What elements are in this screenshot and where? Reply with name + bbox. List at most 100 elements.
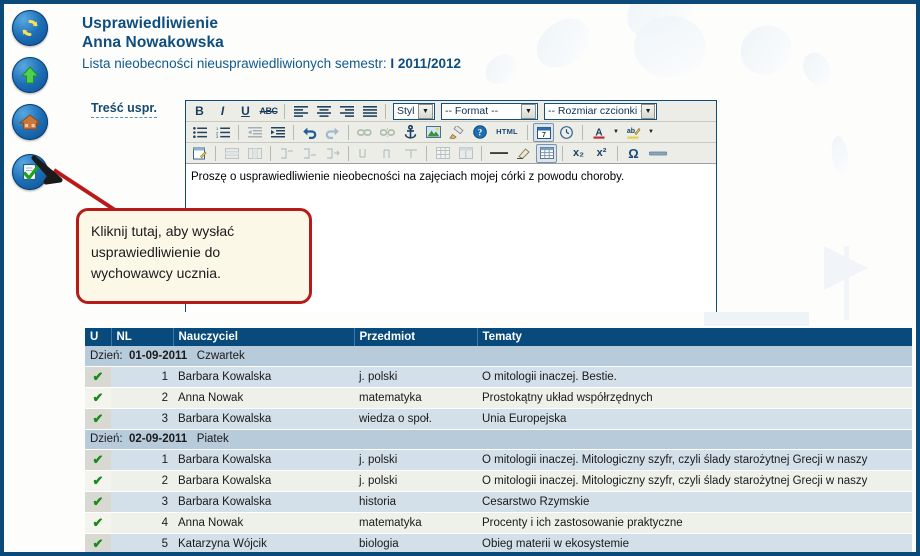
table-row[interactable]: ✔ 3 Barbara Kowalska wiedza o społ. Unia… (85, 408, 912, 430)
cell-topic: O mitologii inaczej. Mitologiczny szyfr,… (477, 449, 912, 471)
strikethrough-button[interactable]: ABC (258, 102, 279, 121)
sidebar (12, 10, 58, 151)
erase-icon[interactable] (513, 144, 534, 163)
cell-justified[interactable]: ✔ (85, 470, 111, 492)
cell-justified[interactable]: ✔ (85, 387, 111, 409)
svg-text:?: ? (477, 128, 482, 138)
cell-teacher: Barbara Kowalska (173, 366, 354, 388)
cell-justified[interactable]: ✔ (85, 533, 111, 552)
table-properties-icon[interactable] (455, 144, 476, 163)
up-arrow-icon[interactable] (12, 57, 48, 93)
decorative-flag (824, 246, 868, 290)
page-break-icon[interactable] (646, 144, 670, 163)
format-select[interactable]: -- Format -- ▼ (441, 102, 538, 120)
special-char-button[interactable]: Ω (623, 144, 644, 163)
check-icon: ✔ (92, 472, 104, 488)
italic-button[interactable]: I (212, 102, 233, 121)
redo-button[interactable] (322, 123, 343, 142)
unlink-button[interactable] (377, 123, 398, 142)
align-justify-button[interactable] (359, 102, 380, 121)
background-color-icon[interactable]: ab (623, 123, 644, 142)
about-icon[interactable]: ? (469, 123, 490, 142)
application-window: Usprawiedliwienie Anna Nowakowska Lista … (0, 0, 920, 556)
bold-button[interactable]: B (189, 102, 210, 121)
cell-subject: matematyka (354, 387, 477, 409)
table-row[interactable]: ✔ 1 Barbara Kowalska j. polski O mitolog… (85, 366, 912, 388)
callout-text: Kliknij tutaj, aby wysłać usprawiedliwie… (91, 223, 235, 281)
chevron-down-icon: ▼ (418, 103, 433, 119)
table-delete-icon[interactable] (400, 144, 421, 163)
table-row[interactable]: ✔ 4 Anna Nowak matematyka Procenty i ich… (85, 512, 912, 534)
cell-justified[interactable]: ✔ (85, 512, 111, 534)
cell-justified[interactable]: ✔ (85, 449, 111, 471)
day-date: 01-09-2011 (129, 349, 188, 362)
column-header-u[interactable]: U (85, 328, 112, 346)
format-select-value: -- Format -- (445, 105, 499, 117)
source-html-button[interactable]: HTML (492, 123, 522, 142)
absences-table: U NL Nauczyciel Przedmiot Tematy Dzień: … (85, 328, 912, 552)
table-row[interactable]: ✔ 1 Barbara Kowalska j. polski O mitolog… (85, 449, 912, 471)
decrease-indent-button[interactable] (244, 123, 265, 142)
cell-teacher: Anna Nowak (173, 387, 354, 409)
day-label: Dzień: (90, 433, 123, 445)
check-icon: ✔ (92, 410, 104, 426)
cell-justified[interactable]: ✔ (85, 366, 111, 388)
table-row[interactable]: ✔ 3 Barbara Kowalska historia Cesarstwo … (85, 491, 912, 513)
font-size-select[interactable]: -- Rozmiar czcionki -- ▼ (544, 102, 657, 120)
text-color-icon[interactable]: A (588, 123, 609, 142)
refresh-icon[interactable] (12, 10, 48, 46)
background-color-dropdown-arrow[interactable]: ▼ (646, 123, 656, 142)
undo-button[interactable] (299, 123, 320, 142)
column-header-subject[interactable]: Przedmiot (354, 328, 478, 346)
align-center-button[interactable] (313, 102, 334, 121)
increase-indent-button[interactable] (267, 123, 288, 142)
svg-text:ab: ab (627, 128, 635, 135)
decorative-strip (704, 312, 809, 326)
table-row[interactable]: ✔ 2 Anna Nowak matematyka Prostokątny uk… (85, 387, 912, 409)
cell-justified[interactable]: ✔ (85, 408, 111, 430)
insert-time-icon[interactable] (556, 123, 577, 142)
align-left-button[interactable] (290, 102, 311, 121)
table-row[interactable]: ✔ 5 Katarzyna Wójcik biologia Obieg mate… (85, 533, 912, 552)
day-label: Dzień: (90, 349, 123, 362)
merge-cells-icon[interactable] (276, 144, 297, 163)
horizontal-rule-icon[interactable] (487, 144, 511, 163)
insert-table-icon[interactable] (432, 144, 453, 163)
numbered-list-button[interactable]: 123 (212, 123, 233, 142)
bulleted-list-button[interactable] (189, 123, 210, 142)
cell-lesson-number: 3 (111, 491, 173, 513)
column-header-nl[interactable]: NL (111, 328, 174, 346)
insert-date-icon[interactable]: 7 (533, 122, 554, 142)
anchor-icon[interactable] (400, 123, 421, 142)
insert-link-button[interactable] (354, 123, 375, 142)
check-icon: ✔ (92, 514, 104, 530)
column-tools-icon[interactable] (377, 144, 398, 163)
insert-column-icon[interactable] (244, 144, 265, 163)
row-tools-icon[interactable] (354, 144, 375, 163)
column-header-topics[interactable]: Tematy (477, 328, 912, 346)
toolbar-separator (284, 103, 285, 119)
table-row[interactable]: ✔ 2 Barbara Kowalska j. polski O mitolog… (85, 470, 912, 492)
decorative-blob (479, 48, 523, 90)
superscript-button[interactable]: x² (591, 144, 612, 163)
show-grid-icon[interactable] (536, 143, 557, 163)
cell-topic: O mitologii inaczej. Mitologiczny szyfr,… (477, 470, 912, 492)
subscript-button[interactable]: x₂ (568, 144, 589, 163)
style-select[interactable]: Styl ▼ (393, 102, 435, 120)
underline-button[interactable]: U (235, 102, 256, 121)
split-cell-icon[interactable] (299, 144, 320, 163)
home-icon[interactable] (12, 104, 48, 140)
column-header-teacher[interactable]: Nauczyciel (173, 328, 355, 346)
insert-image-icon[interactable] (423, 123, 444, 142)
align-right-button[interactable] (336, 102, 357, 121)
day-separator-cell: Dzień: 01-09-2011 Czwartek (85, 346, 912, 367)
remove-format-icon[interactable] (446, 123, 467, 142)
text-color-dropdown-arrow[interactable]: ▼ (611, 123, 621, 142)
svg-text:3: 3 (216, 134, 219, 138)
cell-properties-icon[interactable] (322, 144, 343, 163)
cell-subject: j. polski (354, 449, 477, 471)
cell-teacher: Barbara Kowalska (173, 470, 354, 492)
font-size-select-value: -- Rozmiar czcionki -- (548, 105, 642, 117)
cell-justified[interactable]: ✔ (85, 491, 111, 513)
check-icon: ✔ (92, 535, 104, 551)
